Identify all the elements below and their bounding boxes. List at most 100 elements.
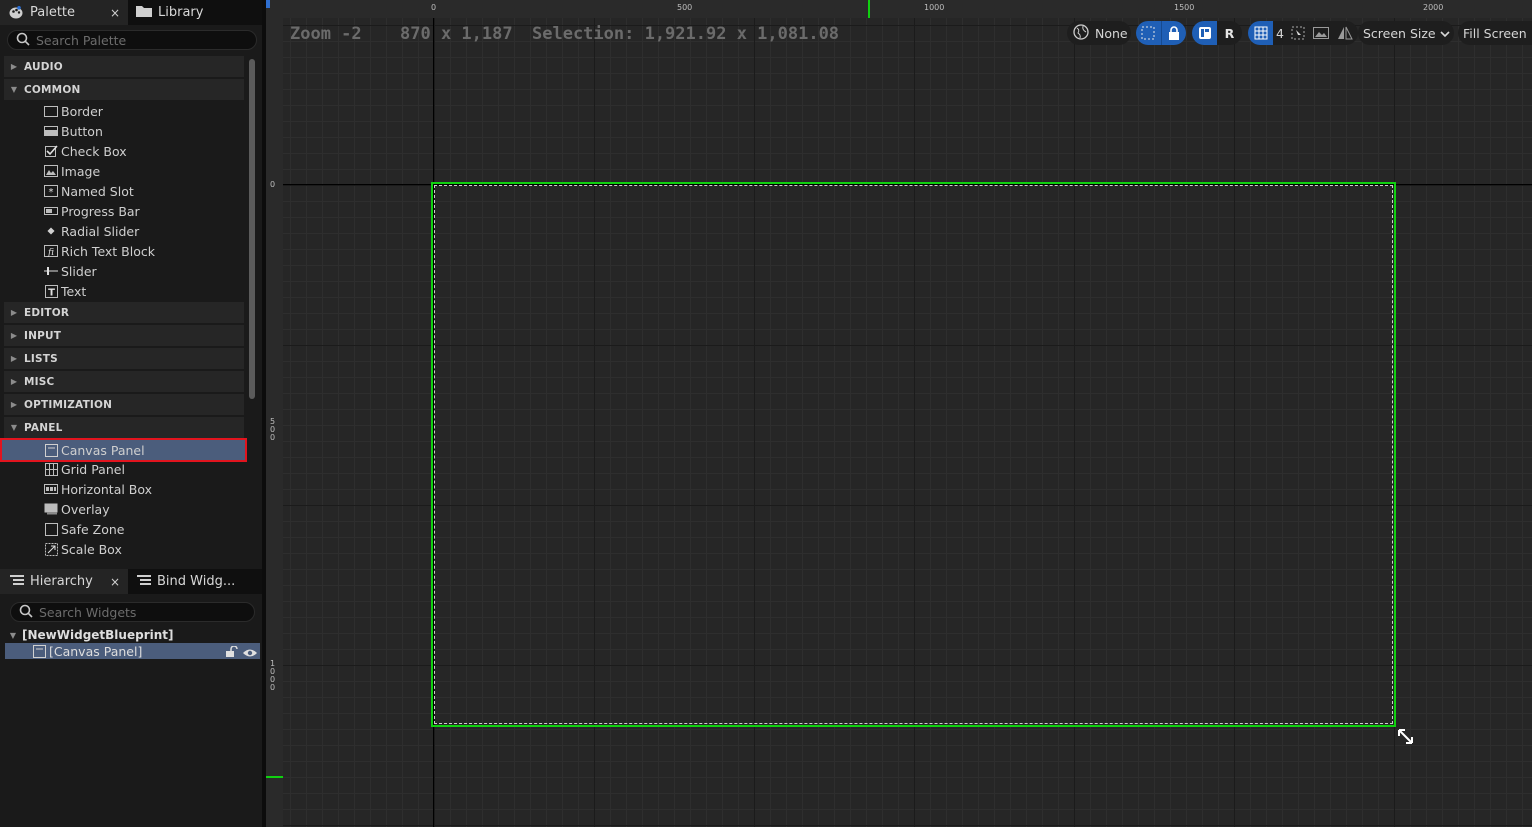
palette-item-label: Button xyxy=(61,123,103,139)
category-label: COMMON xyxy=(24,83,81,96)
palette-item-slider[interactable]: Slider xyxy=(4,261,244,281)
tab-palette-label: Palette xyxy=(30,5,76,20)
palette-item-label: Text xyxy=(61,283,87,299)
widget-dashed-border xyxy=(434,185,1393,724)
preview-outline-icon[interactable] xyxy=(1287,21,1309,45)
category-panel[interactable]: ▼ PANEL xyxy=(4,417,244,438)
category-label: EDITOR xyxy=(24,306,70,319)
hierarchy-panel: Hierarchy × Bind Widg... ▼ [NewWidgetBlu… xyxy=(0,566,262,827)
tab-bind-widgets[interactable]: Bind Widg... xyxy=(130,569,260,594)
category-audio[interactable]: ▶ AUDIO xyxy=(4,56,244,77)
palette-scrollbar-thumb[interactable] xyxy=(249,59,255,399)
palette-item-label: Scale Box xyxy=(61,541,122,557)
progress-bar-icon xyxy=(44,205,58,217)
expand-arrow-icon: ▶ xyxy=(10,400,18,409)
tab-library[interactable]: Library xyxy=(130,0,260,25)
hierarchy-search[interactable] xyxy=(10,602,255,622)
ruler-y-label: 5 0 0 xyxy=(270,417,276,442)
ruler-cursor-marker xyxy=(266,776,283,778)
palette-item-label: Horizontal Box xyxy=(61,481,153,497)
palette-item-progress-bar[interactable]: Progress Bar xyxy=(4,201,244,221)
tab-hierarchy[interactable]: Hierarchy × xyxy=(0,569,128,594)
palette-search[interactable] xyxy=(7,30,257,50)
mirror-icon[interactable] xyxy=(1333,21,1357,45)
ruler-cursor-marker xyxy=(868,0,870,18)
tab-library-label: Library xyxy=(158,5,204,20)
ruler-x-label: 500 xyxy=(677,3,693,12)
rich-text-icon: fi xyxy=(44,245,58,257)
palette-item-named-slot[interactable]: * Named Slot xyxy=(4,181,244,201)
hierarchy-canvas-panel-row[interactable]: [Canvas Panel] xyxy=(5,643,260,659)
lock-toggle-icon[interactable] xyxy=(1160,21,1186,45)
palette-item-scale-box[interactable]: Scale Box xyxy=(4,539,244,559)
hierarchy-root-row[interactable]: ▼ [NewWidgetBlueprint] xyxy=(4,627,260,643)
palette-item-image[interactable]: Image xyxy=(4,161,244,181)
palette-tabbar: Palette × Library xyxy=(0,0,262,25)
localization-preview-button[interactable]: None xyxy=(1067,21,1131,45)
screen-size-dropdown[interactable]: Screen Size xyxy=(1358,21,1454,45)
hierarchy-icon xyxy=(10,574,24,590)
close-icon[interactable]: × xyxy=(110,575,120,589)
category-label: MISC xyxy=(24,375,55,388)
palette-search-input[interactable] xyxy=(36,32,236,48)
palette-item-horizontal-box[interactable]: Horizontal Box xyxy=(4,479,244,499)
horizontal-box-icon xyxy=(44,483,58,495)
category-common[interactable]: ▼ COMMON xyxy=(4,79,244,100)
lock-icon[interactable] xyxy=(226,645,238,660)
palette-item-grid-panel[interactable]: Grid Panel xyxy=(4,459,244,479)
category-input[interactable]: ▶ INPUT xyxy=(4,325,244,346)
hierarchy-root-label: [NewWidgetBlueprint] xyxy=(22,628,174,642)
ruler-y-label: 0 xyxy=(270,180,276,189)
palette-item-text[interactable]: T Text xyxy=(4,281,244,301)
collapse-arrow-icon: ▼ xyxy=(9,630,17,640)
tab-palette[interactable]: Palette × xyxy=(0,0,128,25)
palette-item-border[interactable]: Border xyxy=(4,101,244,121)
palette-item-canvas-panel[interactable]: Canvas Panel xyxy=(0,438,247,462)
visibility-eye-icon[interactable] xyxy=(243,646,257,661)
ruler-corner-marker xyxy=(266,0,270,8)
overlay-icon xyxy=(44,503,58,515)
grid-snap-value[interactable]: 4 xyxy=(1273,21,1287,45)
named-slot-icon: * xyxy=(44,185,58,197)
category-optimization[interactable]: ▶ OPTIMIZATION xyxy=(4,394,244,415)
resize-handle-icon[interactable] xyxy=(1396,727,1416,747)
background-image-icon[interactable] xyxy=(1309,21,1333,45)
bind-widgets-icon xyxy=(137,574,151,590)
category-editor[interactable]: ▶ EDITOR xyxy=(4,302,244,323)
category-misc[interactable]: ▶ MISC xyxy=(4,371,244,392)
palette-item-check-box[interactable]: Check Box xyxy=(4,141,244,161)
widget-layout-toggle-icon[interactable] xyxy=(1192,21,1217,45)
respect-locks-button[interactable]: R xyxy=(1217,21,1242,45)
palette-item-label: Radial Slider xyxy=(61,223,140,239)
palette-item-overlay[interactable]: Overlay xyxy=(4,499,244,519)
folder-icon xyxy=(136,5,152,21)
search-icon xyxy=(19,604,33,621)
chevron-down-icon xyxy=(1440,26,1450,41)
palette-item-rich-text-block[interactable]: fi Rich Text Block xyxy=(4,241,244,261)
horizontal-ruler: 0 500 1000 1500 2000 xyxy=(266,0,1532,18)
palette-item-button[interactable]: Button xyxy=(4,121,244,141)
palette-item-safe-zone[interactable]: Safe Zone xyxy=(4,519,244,539)
close-icon[interactable]: × xyxy=(110,6,120,20)
grid-panel-icon xyxy=(44,462,58,476)
expand-arrow-icon: ▶ xyxy=(10,62,18,71)
hierarchy-child-label: [Canvas Panel] xyxy=(49,643,143,659)
dashed-outline-toggle-icon[interactable] xyxy=(1136,21,1161,45)
category-lists[interactable]: ▶ LISTS xyxy=(4,348,244,369)
hierarchy-search-input[interactable] xyxy=(39,604,239,620)
slider-icon xyxy=(44,265,58,277)
globe-icon xyxy=(1073,23,1089,43)
palette-item-radial-slider[interactable]: Radial Slider xyxy=(4,221,244,241)
fill-screen-dropdown[interactable]: Fill Screen xyxy=(1458,21,1532,45)
grid-snap-icon[interactable] xyxy=(1248,21,1273,45)
canvas-panel-widget-outline[interactable] xyxy=(431,182,1396,727)
selection-size-label: Selection: 1,921.92 x 1,081.08 xyxy=(532,24,840,44)
canvas-panel-icon xyxy=(44,443,58,457)
collapse-arrow-icon: ▼ xyxy=(10,85,18,94)
category-label: INPUT xyxy=(24,329,62,342)
expand-arrow-icon: ▶ xyxy=(10,331,18,340)
ruler-x-label: 2000 xyxy=(1423,3,1444,12)
text-icon: T xyxy=(44,284,58,298)
search-icon xyxy=(16,32,30,49)
image-icon xyxy=(44,165,58,177)
